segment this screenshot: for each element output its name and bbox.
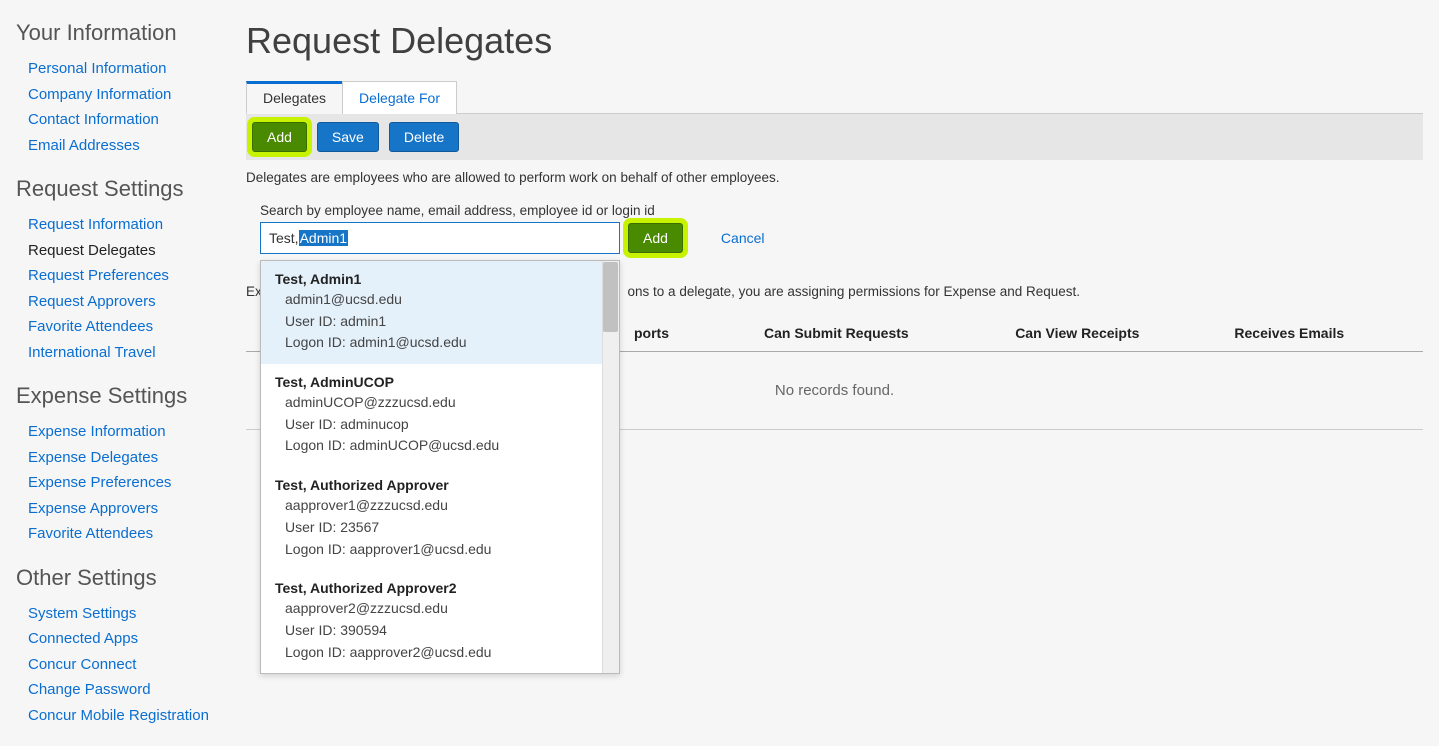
save-button[interactable]: Save [317,122,379,152]
search-add-button[interactable]: Add [628,223,683,253]
dropdown-item-userid: User ID: 390594 [285,620,586,642]
dropdown-item-email: aapprover1@zzzucsd.edu [285,495,586,517]
sidebar-item-expense-information[interactable]: Expense Information [28,419,246,445]
dropdown-item-name: Test, Authorized Approver2 [275,580,586,596]
dropdown-item-email: aapprover2@zzzucsd.edu [285,598,586,620]
dropdown-scrollbar-thumb[interactable] [603,262,618,332]
sidebar-item-system-settings[interactable]: System Settings [28,601,246,627]
sidebar-item-concur-mobile-registration[interactable]: Concur Mobile Registration [28,703,246,729]
search-input[interactable]: Test, Admin1 [260,222,620,254]
dropdown-item-logon: Logon ID: aapprover2@ucsd.edu [285,642,586,664]
dropdown-item-userid: User ID: adminucop [285,414,586,436]
cancel-link[interactable]: Cancel [721,230,765,246]
info-text: Delegates are employees who are allowed … [246,170,1423,185]
sidebar-item-concur-connect[interactable]: Concur Connect [28,652,246,678]
sidebar-group-title-expense-settings: Expense Settings [16,383,246,409]
toolbar: Add Save Delete [246,114,1423,160]
search-input-text-selected: Admin1 [299,230,348,246]
table-header-can-submit-requests: Can Submit Requests [756,315,1007,352]
dropdown-item-email: admin1@ucsd.edu [285,289,586,311]
search-dropdown: Test, Admin1 admin1@ucsd.edu User ID: ad… [260,260,620,674]
sidebar-item-request-delegates[interactable]: Request Delegates [28,238,246,264]
sidebar-item-favorite-attendees-expense[interactable]: Favorite Attendees [28,521,246,547]
tablist: Delegates Delegate For [246,80,1423,114]
tab-delegate-for[interactable]: Delegate For [342,81,457,114]
dropdown-item-logon: Logon ID: admin1@ucsd.edu [285,332,586,354]
sidebar-item-request-information[interactable]: Request Information [28,212,246,238]
sidebar-item-email-addresses[interactable]: Email Addresses [28,133,246,159]
sidebar-group-title-your-information: Your Information [16,20,246,46]
sidebar-item-expense-preferences[interactable]: Expense Preferences [28,470,246,496]
search-input-text-prefix: Test, [269,230,299,246]
search-label: Search by employee name, email address, … [260,203,1423,218]
sidebar-item-expense-delegates[interactable]: Expense Delegates [28,445,246,471]
sidebar: Your Information Personal Information Co… [16,20,246,746]
sidebar-item-contact-information[interactable]: Contact Information [28,107,246,133]
sidebar-item-change-password[interactable]: Change Password [28,677,246,703]
dropdown-scrollbar[interactable] [602,261,619,673]
sidebar-group-request-settings: Request Information Request Delegates Re… [16,212,246,365]
page-title: Request Delegates [246,20,1423,62]
table-header-reports: ports [626,315,756,352]
add-button[interactable]: Add [252,122,307,152]
sidebar-item-connected-apps[interactable]: Connected Apps [28,626,246,652]
sidebar-group-expense-settings: Expense Information Expense Delegates Ex… [16,419,246,547]
sidebar-item-company-information[interactable]: Company Information [28,82,246,108]
search-area: Test, Admin1 Add Cancel Test, Admin1 adm… [246,222,1423,262]
dropdown-item-userid: User ID: admin1 [285,311,586,333]
sidebar-item-request-preferences[interactable]: Request Preferences [28,263,246,289]
dropdown-item[interactable]: Test, AdminUCOP adminUCOP@zzzucsd.edu Us… [261,364,602,467]
sidebar-group-title-other-settings: Other Settings [16,565,246,591]
sidebar-item-favorite-attendees-request[interactable]: Favorite Attendees [28,314,246,340]
sidebar-item-international-travel[interactable]: International Travel [28,340,246,366]
dropdown-item-userid: User ID: 23567 [285,517,586,539]
dropdown-item[interactable]: Test, Admin1 admin1@ucsd.edu User ID: ad… [261,261,602,364]
sidebar-group-title-request-settings: Request Settings [16,176,246,202]
sidebar-group-your-information: Personal Information Company Information… [16,56,246,158]
sidebar-item-expense-approvers[interactable]: Expense Approvers [28,496,246,522]
dropdown-item-name: Test, Authorized Approver [275,477,586,493]
dropdown-item-name: Test, AdminUCOP [275,374,586,390]
main-content: Request Delegates Delegates Delegate For… [246,20,1423,746]
sidebar-group-other-settings: System Settings Connected Apps Concur Co… [16,601,246,729]
table-header-can-view-receipts: Can View Receipts [1007,315,1226,352]
delete-button[interactable]: Delete [389,122,459,152]
sidebar-item-personal-information[interactable]: Personal Information [28,56,246,82]
dropdown-item[interactable]: Test, Authorized Approver aapprover1@zzz… [261,467,602,570]
tab-delegates[interactable]: Delegates [246,81,343,114]
dropdown-item-name: Test, Admin1 [275,271,586,287]
dropdown-item-logon: Logon ID: adminUCOP@ucsd.edu [285,435,586,457]
dropdown-item[interactable]: Test, Authorized Approver2 aapprover2@zz… [261,570,602,673]
table-header-receives-emails: Receives Emails [1226,315,1423,352]
dropdown-item-email: adminUCOP@zzzucsd.edu [285,392,586,414]
dropdown-item-logon: Logon ID: aapprover1@ucsd.edu [285,539,586,561]
sidebar-item-request-approvers[interactable]: Request Approvers [28,289,246,315]
